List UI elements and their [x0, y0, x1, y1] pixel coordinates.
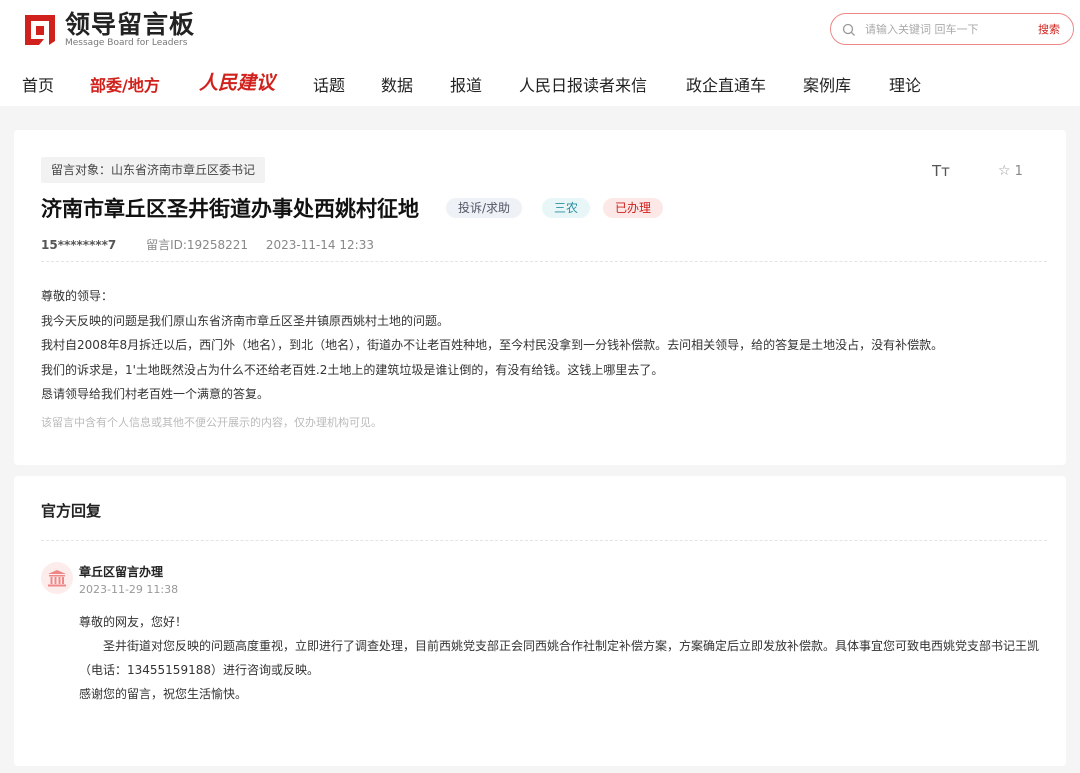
message-body-line: 恳请领导给我们村老百姓一个满意的答复。	[41, 387, 270, 401]
message-body-line: 我们的诉求是，1'土地既然没占为什么不还给老百姓.2土地上的建筑垃圾是谁让倒的，…	[41, 362, 664, 377]
government-building-icon	[41, 562, 73, 594]
reply-org: 章丘区留言办理	[79, 565, 164, 579]
site-logo[interactable]: 领导留言板 Message Board for Leaders	[22, 12, 195, 48]
message-card: 留言对象：山东省济南市章丘区委书记 Tт ☆ 1 济南市章丘区圣井街道办事处西姚…	[14, 130, 1066, 465]
reply-content: 圣井街道对您反映的问题高度重视，立即进行了调查处理，目前西姚党支部正会同西姚合作…	[79, 639, 1040, 677]
nav-enterprise-direct[interactable]: 政企直通车	[686, 72, 766, 96]
top-bar: 领导留言板 Message Board for Leaders 搜索 首页 部委…	[0, 0, 1080, 106]
logo-mark-icon	[22, 13, 58, 47]
star-icon: ☆	[998, 163, 1011, 179]
message-body: 尊敬的领导： 我今天反映的问题是我们原山东省济南市章丘区圣井镇原西姚村土地的问题…	[41, 284, 943, 407]
nav-topics[interactable]: 话题	[313, 72, 345, 96]
nav-people-suggestions[interactable]: 人民建议	[199, 68, 275, 95]
message-time: 2023-11-14 12:33	[265, 238, 374, 252]
search-box: 搜索	[830, 13, 1074, 45]
search-icon	[842, 22, 856, 36]
status-badge: 已办理	[603, 198, 664, 218]
reply-body: 尊敬的网友，您好！ 圣井街道对您反映的问题高度重视，立即进行了调查处理，目前西姚…	[79, 610, 1049, 706]
nav-ministries-local[interactable]: 部委/地方	[90, 72, 160, 96]
message-meta: 15********7 留言ID:19258221 2023-11-14 12:…	[41, 236, 374, 253]
message-body-line: 尊敬的领导：	[41, 289, 114, 303]
message-title: 济南市章丘区圣井街道办事处西姚村征地	[41, 197, 419, 221]
reply-card: 官方回复 章丘区留言办理 2023-11-29 11:38 尊敬的网友，您好！ …	[14, 476, 1066, 766]
message-body-line: 我村自2008年8月拆迁以后，西门外（地名），到北（地名），街道办不让老百姓种地…	[41, 338, 944, 352]
search-input[interactable]	[865, 19, 1015, 39]
nav-theory[interactable]: 理论	[889, 72, 921, 96]
message-target: 留言对象：山东省济南市章丘区委书记	[41, 157, 266, 183]
reply-greeting: 尊敬的网友，您好！	[79, 615, 188, 629]
nav-reports[interactable]: 报道	[450, 72, 482, 96]
message-user: 15********7	[41, 238, 117, 252]
logo-subtitle: Message Board for Leaders	[65, 38, 188, 48]
nav-data[interactable]: 数据	[381, 72, 413, 96]
favorite-button[interactable]: ☆ 1	[998, 163, 1023, 179]
category-badge: 投诉/求助	[446, 198, 523, 218]
font-size-icon[interactable]: Tт	[932, 162, 950, 180]
divider	[41, 261, 1047, 262]
nav-readers-letters[interactable]: 人民日报读者来信	[519, 72, 647, 96]
nav-case-library[interactable]: 案例库	[803, 72, 851, 96]
reply-heading: 官方回复	[41, 502, 102, 520]
field-badge: 三农	[542, 198, 591, 218]
message-id: 留言ID:19258221	[146, 238, 248, 252]
search-button[interactable]: 搜索	[1038, 21, 1060, 37]
reply-time: 2023-11-29 11:38	[79, 583, 179, 596]
favorite-count: 1	[1014, 163, 1023, 179]
main-nav: 首页 部委/地方 人民建议 话题 数据 报道 人民日报读者来信 政企直通车 案例…	[0, 68, 1080, 98]
reply-closing: 感谢您的留言，祝您生活愉快。	[79, 687, 248, 701]
logo-title: 领导留言板	[65, 10, 196, 39]
privacy-note: 该留言中含有个人信息或其他不便公开展示的内容，仅办理机构可见。	[41, 416, 382, 429]
message-body-line: 我今天反映的问题是我们原山东省济南市章丘区圣井镇原西姚村土地的问题。	[41, 313, 450, 328]
divider	[41, 540, 1047, 541]
nav-home[interactable]: 首页	[22, 72, 54, 96]
